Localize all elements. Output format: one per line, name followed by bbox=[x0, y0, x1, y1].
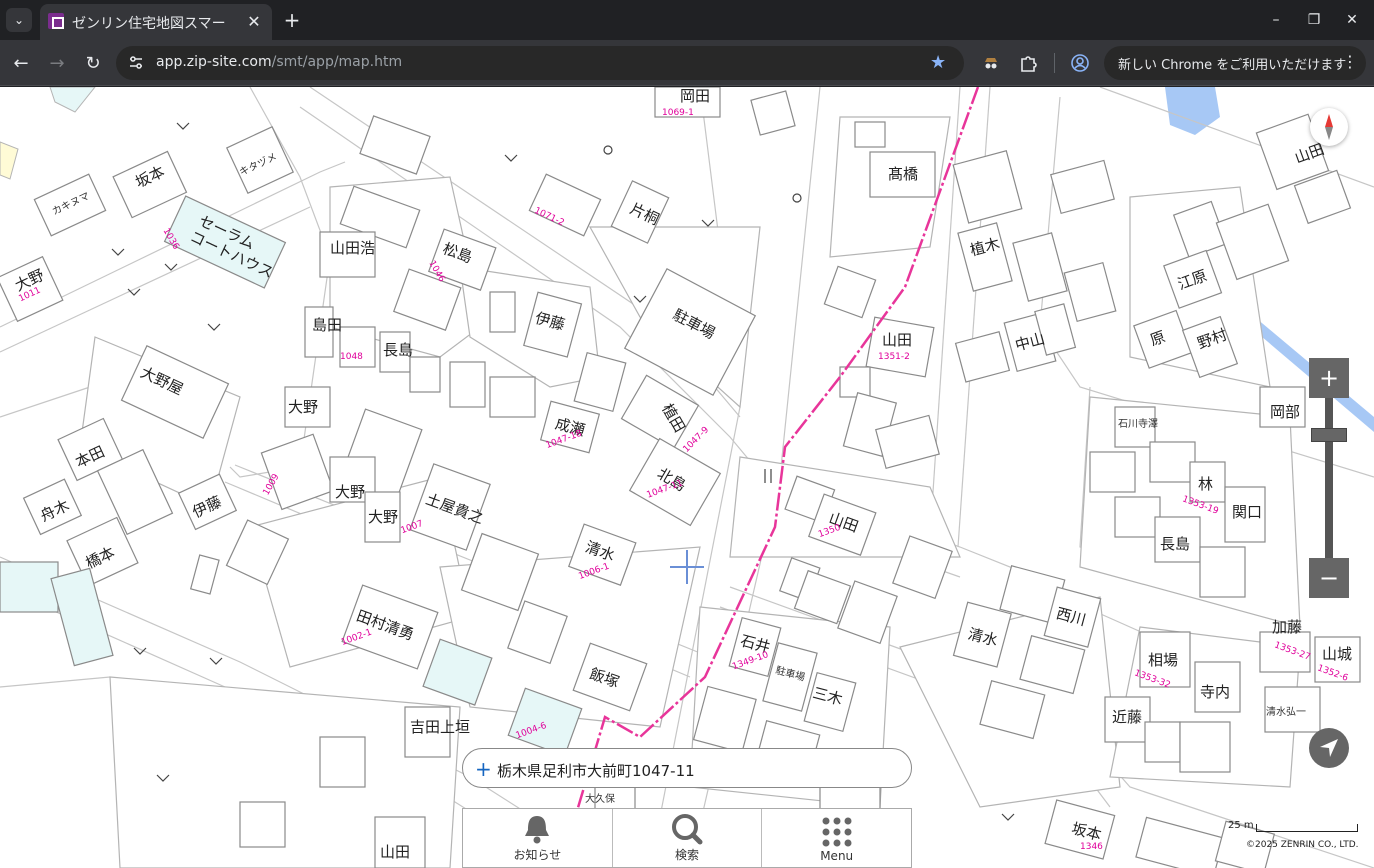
map-label-yamada1: 山田 bbox=[882, 331, 912, 349]
map-label-teranouchi: 寺内 bbox=[1200, 683, 1230, 701]
search-label: 検索 bbox=[675, 848, 700, 862]
menu-button[interactable]: Menu bbox=[762, 809, 911, 867]
bell-icon bbox=[525, 816, 550, 844]
browser-toolbar: ← → ↻ app.zip-site.com/smt/app/map.htm ★… bbox=[0, 40, 1374, 86]
reload-icon[interactable]: ↻ bbox=[80, 50, 106, 76]
map-label-ishikawa: 石川寺澤 bbox=[1118, 418, 1158, 430]
map-label-sekiguchi: 関口 bbox=[1232, 503, 1262, 521]
address-text: 栃木県足利市大前町1047-11 bbox=[497, 762, 695, 780]
lot-number: 1351-2 bbox=[878, 352, 910, 362]
lot-number: 1069-1 bbox=[662, 108, 694, 118]
profile-icon[interactable] bbox=[1070, 53, 1090, 73]
map-label-nagashima1: 長島 bbox=[383, 341, 413, 359]
green-area bbox=[49, 87, 96, 113]
yellow-area bbox=[0, 141, 19, 180]
chrome-update-button[interactable]: 新しい Chrome をご利用いただけます ⋮ bbox=[1104, 46, 1366, 80]
zenrin-favicon-icon bbox=[48, 13, 64, 29]
copyright-text: ©2025 ZENRIN CO., LTD. bbox=[1246, 840, 1359, 850]
url-text: app.zip-site.com/smt/app/map.htm bbox=[156, 54, 402, 70]
locate-button[interactable] bbox=[1309, 728, 1349, 768]
arrow-left-icon[interactable]: ← bbox=[8, 50, 34, 76]
map-label-yoshida: 吉田上垣 bbox=[410, 718, 470, 736]
map-label-okabe: 岡部 bbox=[1270, 403, 1300, 421]
lot-number: 1047-9 bbox=[682, 425, 712, 455]
search-icon bbox=[672, 814, 703, 845]
map-label-kondo: 近藤 bbox=[1112, 708, 1142, 726]
plus-icon: + bbox=[475, 757, 492, 781]
menu-label: Menu bbox=[820, 849, 854, 863]
update-label: 新しい Chrome をご利用いただけます bbox=[1118, 58, 1347, 73]
window-close-icon[interactable]: ✕ bbox=[1340, 8, 1364, 32]
map-label-yamashiro: 山城 bbox=[1322, 645, 1352, 663]
compass-needle-north bbox=[1325, 114, 1333, 127]
zoom-in-button[interactable]: + bbox=[1309, 358, 1349, 398]
map-label-kato: 加藤 bbox=[1272, 618, 1302, 636]
map-label-yamada4: 山田 bbox=[380, 843, 410, 861]
tab-title: ゼンリン住宅地図スマー bbox=[72, 16, 226, 32]
address-display[interactable]: + 栃木県足利市大前町1047-11 bbox=[462, 748, 912, 788]
lot-number: 1048 bbox=[340, 352, 363, 362]
arrow-right-icon[interactable]: → bbox=[44, 50, 70, 76]
scale-bar: 25 m bbox=[1228, 820, 1358, 832]
plus-icon[interactable]: + bbox=[280, 8, 304, 32]
map-label-shimada: 島田 bbox=[312, 316, 342, 334]
site-info-icon[interactable] bbox=[128, 55, 144, 71]
search-button[interactable]: 検索 bbox=[613, 809, 763, 867]
scale-bar-line bbox=[1256, 824, 1358, 832]
close-icon[interactable]: ✕ bbox=[244, 11, 264, 31]
scale-label: 25 m bbox=[1228, 820, 1254, 831]
minimize-icon[interactable]: – bbox=[1264, 8, 1288, 32]
map-label-takahashi: 髙橋 bbox=[888, 165, 918, 183]
map-label-hayashi: 林 bbox=[1198, 475, 1213, 493]
spy-extension-icon[interactable] bbox=[982, 54, 1000, 72]
puzzle-icon[interactable] bbox=[1018, 53, 1038, 73]
star-icon[interactable]: ★ bbox=[930, 52, 950, 73]
bottom-menu: お知らせ 検索 Menu bbox=[462, 808, 912, 868]
map-label-okada: 岡田 bbox=[680, 87, 710, 105]
compass-needle-south bbox=[1325, 127, 1333, 140]
restore-icon[interactable]: ❐ bbox=[1302, 8, 1326, 32]
map-label-oono2: 大野 bbox=[288, 398, 318, 416]
toolbar-divider bbox=[1054, 53, 1055, 73]
url-host: app.zip-site.com bbox=[156, 54, 272, 70]
address-omnibox[interactable]: app.zip-site.com/smt/app/map.htm ★ bbox=[116, 46, 964, 80]
map-label-oono4: 大野 bbox=[368, 508, 398, 526]
map-label-nagashima2: 長島 bbox=[1160, 535, 1190, 553]
block-f bbox=[1079, 396, 1301, 628]
compass-icon[interactable] bbox=[1310, 108, 1348, 146]
map-label-oono3: 大野 bbox=[335, 483, 365, 501]
tab-strip: ⌄ ゼンリン住宅地図スマー ✕ + – ❐ ✕ bbox=[0, 0, 1374, 40]
chevron-down-icon[interactable]: ⌄ bbox=[6, 8, 32, 32]
map-label-yamadahiroshi: 山田浩 bbox=[330, 239, 375, 257]
map-label-ohkubo: 大久保 bbox=[585, 792, 615, 805]
lot-number: 1346 bbox=[1080, 842, 1103, 852]
grid-dots-icon bbox=[822, 817, 852, 847]
map-label-shimizu3: 清水弘一 bbox=[1266, 705, 1306, 718]
browser-tab[interactable]: ゼンリン住宅地図スマー ✕ bbox=[40, 4, 272, 40]
url-path: /smt/app/map.htm bbox=[271, 54, 403, 70]
notice-label: お知らせ bbox=[513, 848, 562, 862]
notice-button[interactable]: お知らせ bbox=[463, 809, 613, 867]
zoom-out-button[interactable]: − bbox=[1309, 558, 1349, 598]
center-crosshair bbox=[686, 550, 688, 584]
zoom-slider-track[interactable] bbox=[1325, 398, 1333, 558]
kebab-menu-icon[interactable]: ⋮ bbox=[1342, 52, 1358, 71]
zoom-slider-thumb[interactable] bbox=[1311, 428, 1347, 442]
navigation-arrow-icon bbox=[1320, 739, 1338, 757]
map-label-aiba: 相場 bbox=[1148, 651, 1178, 669]
